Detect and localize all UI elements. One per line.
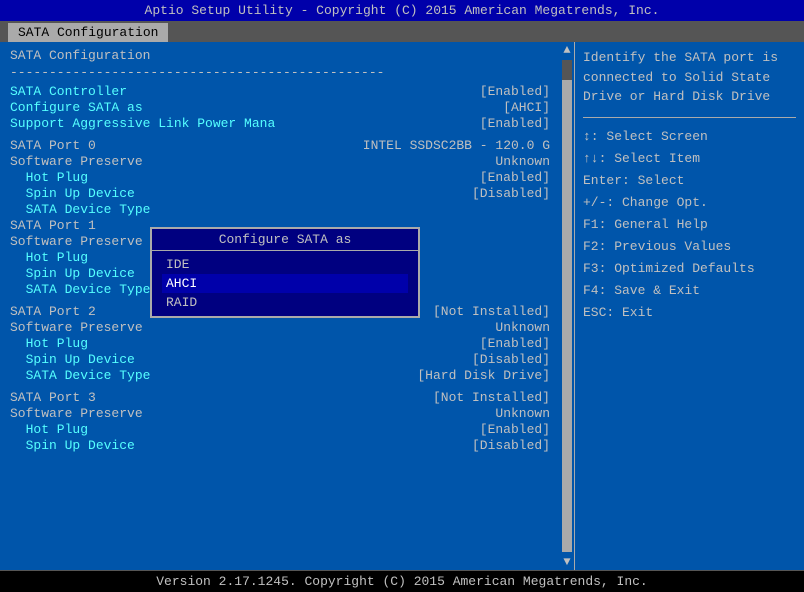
popup-item-raid[interactable]: RAID: [162, 293, 408, 312]
key-f4: F4: Save & Exit: [583, 280, 796, 302]
scrollbar[interactable]: ▲ ▼: [560, 42, 574, 570]
spin-up0-row[interactable]: Spin Up Device [Disabled]: [10, 186, 550, 201]
aggressive-link-value: [Enabled]: [480, 116, 550, 131]
key-change-opt: +/-: Change Opt.: [583, 192, 796, 214]
scroll-track[interactable]: [562, 60, 572, 552]
title-text: Aptio Setup Utility - Copyright (C) 2015…: [145, 3, 660, 18]
sata-controller-label: SATA Controller: [10, 84, 127, 99]
key-enter: Enter: Select: [583, 170, 796, 192]
aggressive-link-row[interactable]: Support Aggressive Link Power Mana [Enab…: [10, 116, 550, 131]
hot-plug0-row[interactable]: Hot Plug [Enabled]: [10, 170, 550, 185]
configure-sata-label: Configure SATA as: [10, 100, 143, 115]
scroll-down-arrow[interactable]: ▼: [563, 554, 570, 570]
configure-sata-row[interactable]: Configure SATA as [AHCI]: [10, 100, 550, 115]
key-esc: ESC: Exit: [583, 302, 796, 324]
right-divider: [583, 117, 796, 118]
key-help: ↕: Select Screen ↑↓: Select Item Enter: …: [583, 126, 796, 325]
sata-config-tab[interactable]: SATA Configuration: [8, 23, 168, 42]
key-f2: F2: Previous Values: [583, 236, 796, 258]
key-f3: F3: Optimized Defaults: [583, 258, 796, 280]
popup-item-ahci[interactable]: AHCI: [162, 274, 408, 293]
popup-item-ide[interactable]: IDE: [162, 255, 408, 274]
popup-title: Configure SATA as: [152, 229, 418, 251]
hot-plug2-row[interactable]: Hot Plug [Enabled]: [10, 336, 550, 351]
sata-dev-type2-row[interactable]: SATA Device Type [Hard Disk Drive]: [10, 368, 550, 383]
right-panel: Identify the SATA port is connected to S…: [574, 42, 804, 570]
spin-up3-row[interactable]: Spin Up Device [Disabled]: [10, 438, 550, 453]
sata-dev-type0-row[interactable]: SATA Device Type: [10, 202, 550, 217]
sw-preserve3-row: Software Preserve Unknown: [10, 406, 550, 421]
scroll-up-arrow[interactable]: ▲: [563, 42, 570, 58]
spin-up2-row[interactable]: Spin Up Device [Disabled]: [10, 352, 550, 367]
hot-plug3-row[interactable]: Hot Plug [Enabled]: [10, 422, 550, 437]
popup-body: IDE AHCI RAID: [152, 251, 418, 316]
configure-sata-value: [AHCI]: [503, 100, 550, 115]
key-f1: F1: General Help: [583, 214, 796, 236]
sata-controller-value: [Enabled]: [480, 84, 550, 99]
key-select-screen: ↕: Select Screen: [583, 126, 796, 148]
sata-controller-row[interactable]: SATA Controller [Enabled]: [10, 84, 550, 99]
left-panel: SATA Configuration ---------------------…: [0, 42, 560, 570]
section-title: SATA Configuration: [10, 48, 550, 63]
sata-port0-row: SATA Port 0 INTEL SSDSC2BB - 120.0 G: [10, 138, 550, 153]
sata-port3-row: SATA Port 3 [Not Installed]: [10, 390, 550, 405]
scroll-thumb[interactable]: [562, 60, 572, 80]
key-select-item: ↑↓: Select Item: [583, 148, 796, 170]
help-text: Identify the SATA port is connected to S…: [583, 48, 796, 107]
sw-preserve0-row: Software Preserve Unknown: [10, 154, 550, 169]
configure-sata-popup: Configure SATA as IDE AHCI RAID: [150, 227, 420, 318]
footer-text: Version 2.17.1245. Copyright (C) 2015 Am…: [156, 574, 647, 589]
sw-preserve2-row: Software Preserve Unknown: [10, 320, 550, 335]
aggressive-link-label: Support Aggressive Link Power Mana: [10, 116, 275, 131]
footer: Version 2.17.1245. Copyright (C) 2015 Am…: [0, 570, 804, 592]
tab-row: SATA Configuration: [0, 21, 804, 42]
divider: ----------------------------------------…: [10, 65, 550, 80]
title-bar: Aptio Setup Utility - Copyright (C) 2015…: [0, 0, 804, 21]
